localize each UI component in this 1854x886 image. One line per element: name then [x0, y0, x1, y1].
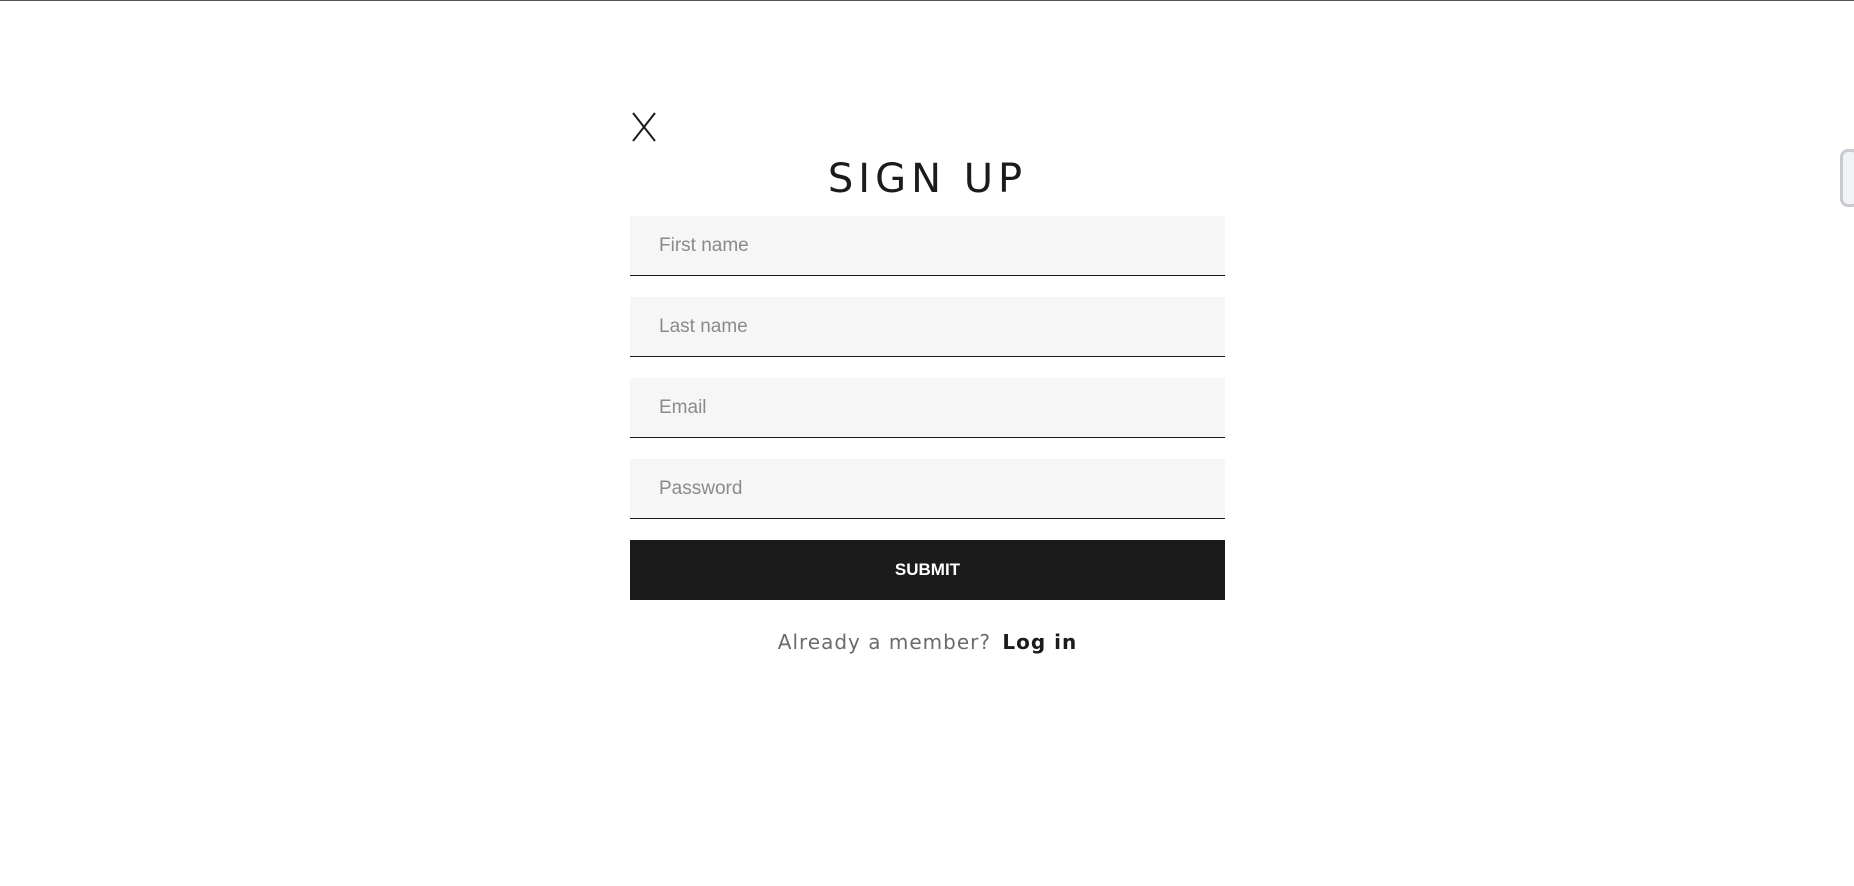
member-prompt-text: Already a member?	[777, 630, 991, 654]
login-prompt: Already a member? Log in	[630, 630, 1225, 654]
signup-page: SIGN UP SUBMIT Already a member? Log in	[0, 0, 1854, 886]
first-name-field[interactable]	[630, 216, 1225, 276]
password-field[interactable]	[630, 459, 1225, 519]
login-link[interactable]: Log in	[1002, 630, 1077, 654]
page-title: SIGN UP	[827, 156, 1028, 202]
submit-button[interactable]: SUBMIT	[630, 540, 1225, 600]
last-name-field[interactable]	[630, 297, 1225, 357]
side-handle[interactable]	[1840, 149, 1854, 207]
email-field[interactable]	[630, 378, 1225, 438]
close-icon	[632, 112, 656, 142]
close-button[interactable]	[630, 110, 658, 144]
